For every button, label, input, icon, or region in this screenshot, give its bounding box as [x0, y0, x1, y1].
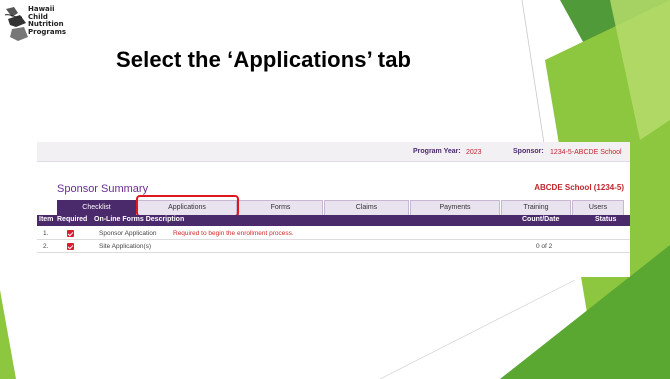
tab-checklist[interactable]: Checklist — [57, 200, 136, 215]
deco-line — [521, 0, 546, 151]
presentation-slide: Hawaii Child Nutrition Programs Select t… — [0, 0, 670, 379]
applications-tab-highlight — [136, 195, 239, 217]
forms-table-header: Item Required On-Line Forms Description … — [37, 215, 630, 226]
logo-line-4: Programs — [28, 27, 67, 36]
row-note: Required to begin the enrollment process… — [173, 230, 294, 237]
table-row: 2. Site Application(s) 0 of 2 — [37, 241, 630, 253]
sponsor-label: Sponsor: — [513, 148, 544, 155]
hawaii-child-nutrition-logo: Hawaii Child Nutrition Programs — [4, 3, 74, 47]
sponsor-value[interactable]: 1234-5-ABCDE School — [550, 149, 622, 156]
program-year-value[interactable]: 2023 — [466, 149, 482, 156]
row-item-number: 2. — [43, 243, 49, 250]
sponsor-summary-screen: Program Year: 2023 Sponsor: 1234-5-ABCDE… — [37, 142, 630, 277]
form-link[interactable]: Sponsor Application — [99, 230, 156, 237]
header-item: Item — [39, 216, 54, 223]
program-year-label: Program Year: — [413, 148, 461, 155]
program-info-bar: Program Year: 2023 Sponsor: 1234-5-ABCDE… — [37, 142, 630, 162]
sponsor-summary-title: Sponsor Summary — [57, 183, 149, 195]
tab-claims[interactable]: Claims — [324, 200, 409, 215]
school-name: ABCDE School (1234-5) — [534, 183, 624, 192]
tab-users[interactable]: Users — [572, 200, 624, 215]
row-count: 0 of 2 — [536, 243, 553, 250]
hawaii-islands-icon — [4, 7, 28, 41]
form-link[interactable]: Site Application(s) — [99, 243, 151, 250]
header-status: Status — [595, 216, 617, 223]
slide-title: Select the ‘Applications’ tab — [116, 47, 412, 72]
header-description: On-Line Forms Description — [94, 216, 185, 223]
logo-text: Hawaii Child Nutrition Programs — [28, 5, 67, 36]
deco-triangle-left — [0, 290, 16, 379]
header-required: Required — [57, 216, 88, 223]
required-checkbox-icon — [67, 243, 74, 250]
table-row: 1. Sponsor Application Required to begin… — [37, 228, 630, 240]
header-count-date: Count/Date — [522, 216, 560, 223]
tab-payments[interactable]: Payments — [410, 200, 500, 215]
tab-forms[interactable]: Forms — [238, 200, 323, 215]
required-checkbox-icon — [67, 230, 74, 237]
tab-training[interactable]: Training — [501, 200, 571, 215]
row-item-number: 1. — [43, 230, 49, 237]
